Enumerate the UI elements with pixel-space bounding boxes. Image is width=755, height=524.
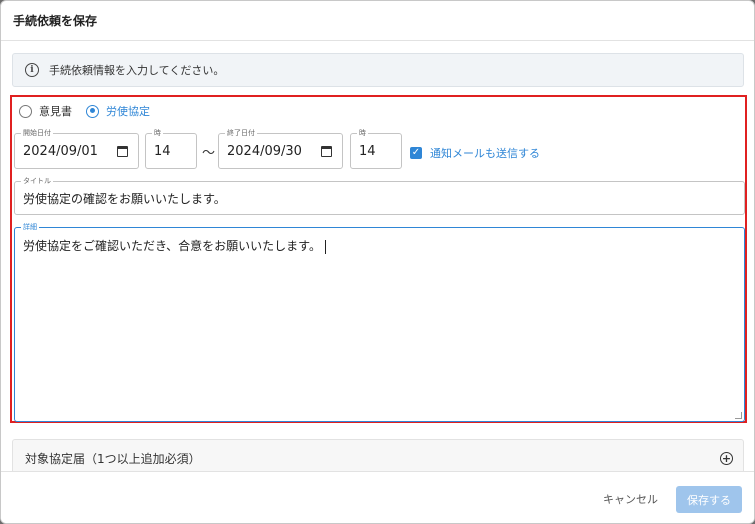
start-date-label: 開始日付: [21, 128, 53, 138]
info-icon: i: [25, 63, 39, 77]
range-separator: 〜: [202, 146, 216, 161]
checkbox-checked-icon[interactable]: ✓: [410, 147, 422, 159]
notify-email-checkbox[interactable]: ✓ 通知メールも送信する: [410, 145, 540, 161]
accordion-label: 対象協定届（1つ以上追加必須）: [25, 451, 201, 466]
text-caret: [324, 239, 326, 254]
title-label: タイトル: [21, 176, 53, 186]
end-date-field[interactable]: 終了日付 2024/09/30: [218, 128, 343, 169]
end-date-value: 2024/09/30: [227, 144, 302, 159]
start-hour-field[interactable]: 時 14: [145, 128, 197, 169]
end-hour-field[interactable]: 時 14: [350, 128, 402, 169]
radio-unchecked-icon[interactable]: [19, 104, 32, 118]
document-type-radio-group: 意見書 労使協定: [19, 103, 164, 119]
detail-value-wrap: 労使協定をご確認いただき、合意をお願いいたします。: [23, 237, 326, 254]
info-text: 手続依頼情報を入力してください。: [49, 64, 225, 77]
detail-field[interactable]: 詳細 労使協定をご確認いただき、合意をお願いいたします。: [14, 222, 745, 422]
start-date-field[interactable]: 開始日付 2024/09/01: [14, 128, 139, 169]
end-date-label: 終了日付: [225, 128, 257, 138]
radio-opinion[interactable]: 意見書: [19, 103, 72, 119]
radio-checked-icon[interactable]: [86, 104, 99, 118]
dialog-footer: キャンセル 保存する: [1, 471, 754, 523]
save-request-dialog: 手続依頼を保存 i 手続依頼情報を入力してください。 意見書 労使協定 開始日付…: [0, 0, 755, 524]
cancel-button[interactable]: キャンセル: [597, 486, 664, 512]
detail-label: 詳細: [21, 222, 39, 232]
detail-value: 労使協定をご確認いただき、合意をお願いいたします。: [23, 239, 321, 253]
end-hour-label: 時: [357, 128, 368, 138]
radio-label: 意見書: [39, 105, 72, 118]
dialog-title: 手続依頼を保存: [13, 14, 98, 28]
resize-handle[interactable]: [735, 412, 742, 419]
title-field[interactable]: タイトル 労使協定の確認をお願いいたします。: [14, 176, 745, 215]
radio-label: 労使協定: [106, 105, 150, 118]
start-hour-value: 14: [154, 144, 171, 159]
title-value: 労使協定の確認をお願いいたします。: [23, 192, 226, 206]
calendar-icon[interactable]: [321, 146, 332, 157]
info-banner: i 手続依頼情報を入力してください。: [12, 53, 744, 87]
add-circle-icon[interactable]: +: [720, 452, 733, 465]
notify-email-label: 通知メールも送信する: [430, 147, 540, 160]
request-form: 意見書 労使協定 開始日付 2024/09/01 時 14 〜 終了日付 202…: [10, 95, 747, 423]
save-button[interactable]: 保存する: [676, 486, 742, 513]
calendar-icon[interactable]: [117, 146, 128, 157]
radio-labor-agreement[interactable]: 労使協定: [86, 103, 150, 119]
end-hour-value: 14: [359, 144, 376, 159]
start-hour-label: 時: [152, 128, 163, 138]
dialog-header: 手続依頼を保存: [1, 1, 754, 41]
start-date-value: 2024/09/01: [23, 144, 98, 159]
